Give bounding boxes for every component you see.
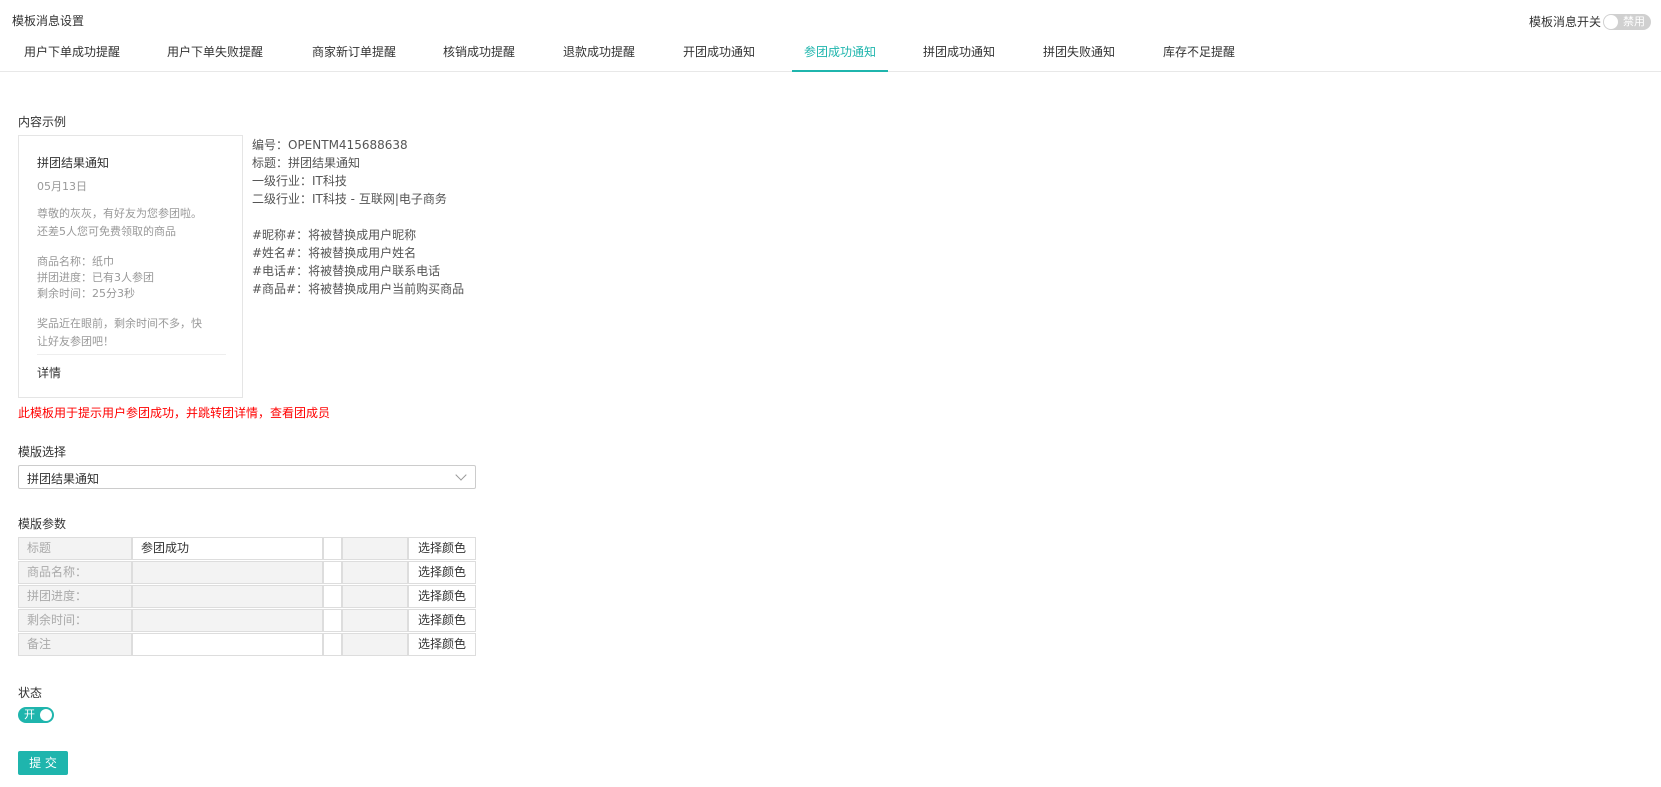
choose-color-button[interactable]: 选择颜色 — [408, 585, 476, 608]
color-swatch — [323, 537, 342, 560]
param-row: 剩余时间： 选择颜色 — [18, 609, 476, 632]
param-value-input — [132, 561, 323, 584]
switch-knob — [1604, 14, 1618, 29]
meta-code: 编号：OPENTM415688638 — [252, 138, 408, 152]
tab-group-fail[interactable]: 拼团失败通知 — [1043, 43, 1115, 72]
color-value-field — [342, 609, 408, 632]
example-section-label: 内容示例 — [18, 115, 67, 129]
color-value-field — [342, 537, 408, 560]
message-preview-card: 拼团结果通知 05月13日 尊敬的灰灰，有好友为您参团啦。 还差5人您可免费领取… — [18, 135, 243, 398]
preview-remark-line2: 让好友参团吧！ — [37, 335, 114, 348]
preview-product: 商品名称：纸巾 — [37, 255, 114, 268]
param-row: 拼团进度： 选择颜色 — [18, 585, 476, 608]
tab-new-order[interactable]: 商家新订单提醒 — [312, 43, 396, 72]
meta-var-product: #商品#：将被替换成用户当前购买商品 — [252, 282, 465, 296]
param-label: 标题 — [18, 537, 132, 560]
color-swatch — [323, 585, 342, 608]
tab-low-stock[interactable]: 库存不足提醒 — [1163, 43, 1235, 72]
choose-color-button[interactable]: 选择颜色 — [408, 561, 476, 584]
meta-industry-1: 一级行业：IT科技 — [252, 174, 347, 188]
template-select[interactable]: 拼团结果通知 — [18, 465, 476, 489]
meta-var-nickname: #昵称#：将被替换成用户昵称 — [252, 228, 417, 242]
param-row: 商品名称： 选择颜色 — [18, 561, 476, 584]
color-swatch — [323, 561, 342, 584]
switch-knob — [40, 709, 52, 721]
param-value-input[interactable]: 参团成功 — [132, 537, 323, 560]
color-swatch — [323, 633, 342, 656]
preview-divider — [37, 354, 226, 355]
tab-order-fail[interactable]: 用户下单失败提醒 — [167, 43, 263, 72]
choose-color-button[interactable]: 选择颜色 — [408, 633, 476, 656]
param-value-input — [132, 585, 323, 608]
tab-refund-success[interactable]: 退款成功提醒 — [563, 43, 635, 72]
meta-var-phone: #电话#：将被替换成用户联系电话 — [252, 264, 441, 278]
meta-title: 标题：拼团结果通知 — [252, 156, 361, 170]
status-switch-text: 开 — [24, 708, 35, 721]
color-value-field — [342, 633, 408, 656]
status-label: 状态 — [18, 686, 43, 700]
color-value-field — [342, 585, 408, 608]
top-bar: 模板消息设置 模板消息开关 禁用 用户下单成功提醒 用户下单失败提醒 商家新订单… — [0, 0, 1661, 72]
preview-title: 拼团结果通知 — [37, 156, 110, 170]
preview-remaining: 剩余时间：25分3秒 — [37, 287, 135, 300]
chevron-down-icon — [455, 469, 467, 481]
tab-verify-success[interactable]: 核销成功提醒 — [443, 43, 515, 72]
template-usage-note: 此模板用于提示用户参团成功，并跳转团详情，查看团成员 — [18, 406, 331, 420]
tab-bar: 用户下单成功提醒 用户下单失败提醒 商家新订单提醒 核销成功提醒 退款成功提醒 … — [0, 43, 1300, 72]
preview-greeting-line2: 还差5人您可免费领取的商品 — [37, 225, 176, 238]
global-switch-area: 模板消息开关 禁用 — [1529, 13, 1651, 30]
preview-progress: 拼团进度：已有3人参团 — [37, 271, 154, 284]
color-swatch — [323, 609, 342, 632]
param-label: 剩余时间： — [18, 609, 132, 632]
param-label: 备注 — [18, 633, 132, 656]
global-switch-state: 禁用 — [1623, 14, 1645, 28]
tab-order-success[interactable]: 用户下单成功提醒 — [24, 43, 120, 72]
tab-group-open[interactable]: 开团成功通知 — [683, 43, 755, 72]
param-label: 商品名称： — [18, 561, 132, 584]
param-value-input[interactable] — [132, 633, 323, 656]
template-select-value: 拼团结果通知 — [27, 472, 100, 486]
template-select-label: 模版选择 — [18, 445, 67, 459]
param-label: 拼团进度： — [18, 585, 132, 608]
params-section-label: 模版参数 — [18, 517, 67, 531]
choose-color-button[interactable]: 选择颜色 — [408, 609, 476, 632]
color-value-field — [342, 561, 408, 584]
preview-remark-line1: 奖品近在眼前，剩余时间不多，快 — [37, 317, 202, 330]
page-title: 模板消息设置 — [12, 14, 85, 28]
preview-detail-link: 详情 — [37, 366, 62, 380]
param-value-input — [132, 609, 323, 632]
preview-greeting-line1: 尊敬的灰灰，有好友为您参团啦。 — [37, 207, 202, 220]
choose-color-button[interactable]: 选择颜色 — [408, 537, 476, 560]
status-switch[interactable]: 开 — [18, 707, 54, 723]
tab-group-join[interactable]: 参团成功通知 — [792, 43, 888, 72]
global-template-switch[interactable]: 禁用 — [1603, 13, 1651, 30]
global-switch-label: 模板消息开关 — [1528, 15, 1601, 29]
tab-group-success[interactable]: 拼团成功通知 — [923, 43, 995, 72]
preview-date: 05月13日 — [37, 180, 87, 193]
param-row: 标题 参团成功 选择颜色 — [18, 537, 476, 560]
submit-button[interactable]: 提 交 — [18, 751, 68, 775]
param-row: 备注 选择颜色 — [18, 633, 476, 656]
meta-industry-2: 二级行业：IT科技 - 互联网|电子商务 — [252, 192, 447, 206]
meta-var-name: #姓名#：将被替换成用户姓名 — [252, 246, 417, 260]
